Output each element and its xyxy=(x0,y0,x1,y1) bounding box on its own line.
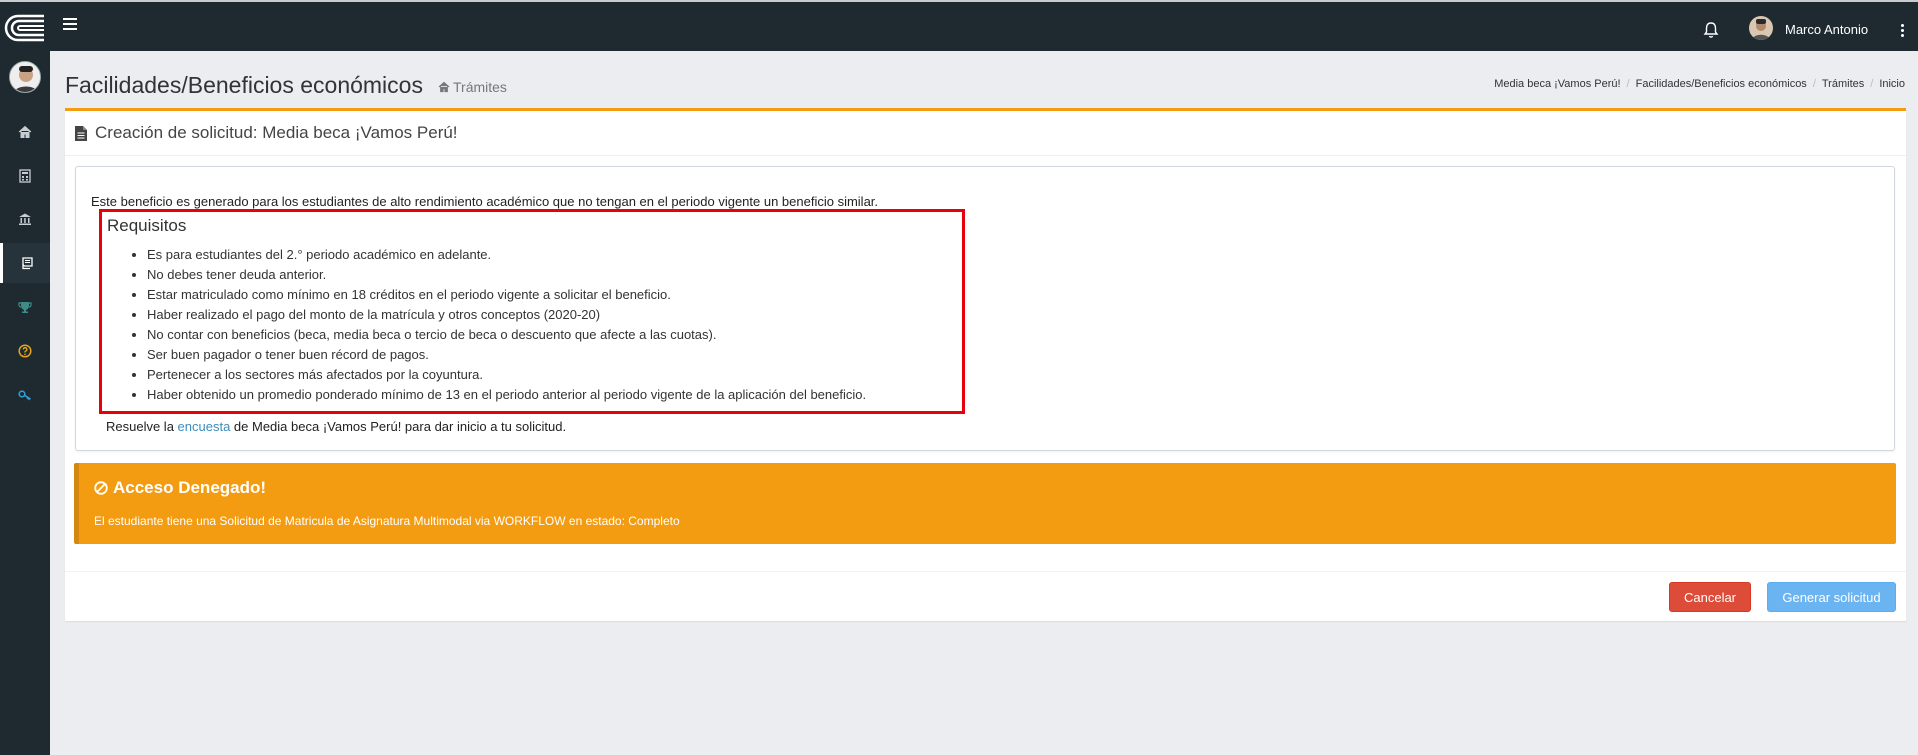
list-item: No contar con beneficios (beca, media be… xyxy=(147,325,866,345)
sidebar-item-awards[interactable] xyxy=(0,287,50,327)
survey-instructions: Resuelve la encuesta de Media beca ¡Vamo… xyxy=(106,419,566,434)
access-denied-alert: Acceso Denegado! El estudiante tiene una… xyxy=(74,463,1896,544)
requirements-title: Requisitos xyxy=(107,216,187,235)
list-item: Haber realizado el pago del monto de la … xyxy=(147,305,866,325)
more-options-icon[interactable] xyxy=(1901,24,1905,38)
breadcrumb: Media beca ¡Vamos Perú! / Facilidades/Be… xyxy=(1494,78,1905,90)
sidebar-avatar[interactable] xyxy=(9,61,41,93)
institution-icon xyxy=(19,213,31,225)
breadcrumb-separator: / xyxy=(1626,78,1630,90)
requirements-highlight: Requisitos Es para estudiantes del 2.° p… xyxy=(99,209,965,414)
calculator-icon xyxy=(19,169,31,183)
benefit-description: Este beneficio es generado para los estu… xyxy=(91,194,879,209)
help-circle-icon xyxy=(18,344,32,358)
survey-suffix: de Media beca ¡Vamos Perú! para dar inic… xyxy=(230,419,567,434)
alert-title: Acceso Denegado! xyxy=(94,478,266,498)
breadcrumb-item-facilidades[interactable]: Facilidades/Beneficios económicos xyxy=(1636,78,1807,90)
key-icon xyxy=(18,390,31,401)
request-card: Creación de solicitud: Media beca ¡Vamos… xyxy=(65,108,1906,621)
list-item: Ser buen pagador o tener buen récord de … xyxy=(147,345,866,365)
menu-toggle-icon[interactable] xyxy=(63,18,77,30)
page-subtitle: Trámites xyxy=(438,79,507,95)
trophy-icon xyxy=(18,302,32,313)
logo-icon[interactable] xyxy=(4,13,46,43)
list-item: Estar matriculado como mínimo en 18 créd… xyxy=(147,285,866,305)
card-title: Creación de solicitud: Media beca ¡Vamos… xyxy=(95,123,458,142)
sidebar-item-home[interactable] xyxy=(0,112,50,152)
page-subtitle-text: Trámites xyxy=(453,79,507,95)
sidebar-item-help[interactable] xyxy=(0,331,50,371)
document-icon xyxy=(75,125,87,141)
ban-icon xyxy=(94,481,108,495)
list-item: Pertenecer a los sectores más afectados … xyxy=(147,365,866,385)
breadcrumb-separator: / xyxy=(1870,78,1874,90)
home-icon xyxy=(438,81,450,93)
alert-message: El estudiante tiene una Solicitud de Mat… xyxy=(94,514,680,528)
breadcrumb-item-inicio[interactable]: Inicio xyxy=(1879,78,1905,90)
sidebar-item-institution[interactable] xyxy=(0,199,50,239)
list-item: No debes tener deuda anterior. xyxy=(147,265,866,285)
requirements-list: Es para estudiantes del 2.° periodo acad… xyxy=(147,245,866,405)
breadcrumb-separator: / xyxy=(1812,78,1816,90)
divider xyxy=(65,155,1906,156)
sidebar xyxy=(0,51,50,755)
home-icon xyxy=(18,125,32,138)
sidebar-item-calculator[interactable] xyxy=(0,156,50,196)
sidebar-item-password[interactable] xyxy=(0,375,50,415)
survey-prefix: Resuelve la xyxy=(106,419,178,434)
breadcrumb-item-media-beca[interactable]: Media beca ¡Vamos Perú! xyxy=(1494,78,1620,90)
benefit-info-box: Este beneficio es generado para los estu… xyxy=(75,166,1895,451)
list-item: Haber obtenido un promedio ponderado mín… xyxy=(147,385,866,405)
breadcrumb-item-tramites[interactable]: Trámites xyxy=(1822,78,1864,90)
certificate-icon xyxy=(21,257,33,270)
user-avatar[interactable] xyxy=(1749,16,1773,40)
card-header: Creación de solicitud: Media beca ¡Vamos… xyxy=(74,123,458,143)
page-title: Facilidades/Beneficios económicos xyxy=(65,72,423,98)
divider xyxy=(65,571,1906,572)
top-navbar: Marco Antonio xyxy=(0,0,1918,51)
generate-request-button[interactable]: Generar solicitud xyxy=(1767,582,1896,612)
sidebar-item-tramites[interactable] xyxy=(0,243,50,283)
bell-icon[interactable] xyxy=(1703,21,1719,39)
list-item: Es para estudiantes del 2.° periodo acad… xyxy=(147,245,866,265)
alert-title-text: Acceso Denegado! xyxy=(113,478,267,497)
cancel-button[interactable]: Cancelar xyxy=(1669,582,1751,612)
survey-link[interactable]: encuesta xyxy=(178,419,231,434)
user-name[interactable]: Marco Antonio xyxy=(1785,22,1868,37)
